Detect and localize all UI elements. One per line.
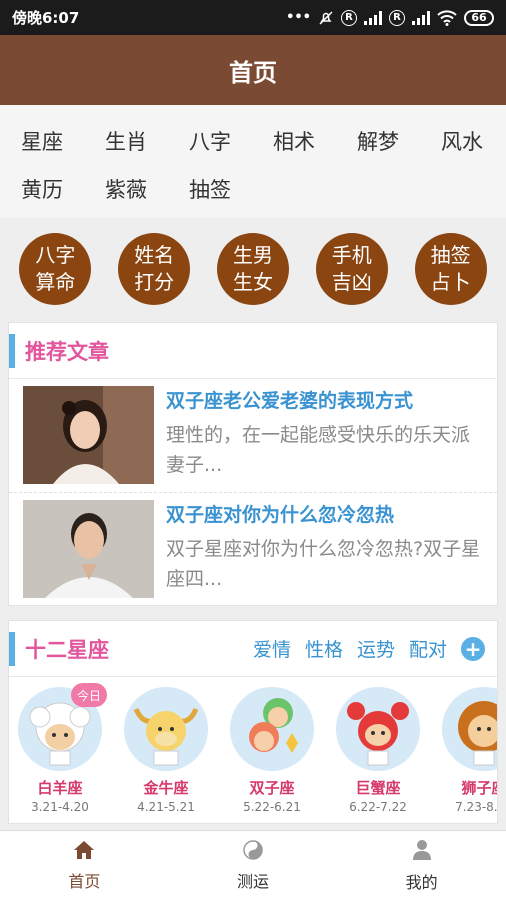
zodiac-leo[interactable]: 狮子座 7.23-8.22 — [441, 687, 498, 814]
zodiac-tab-love[interactable]: 爱情 — [253, 635, 291, 662]
tool-label: 生女 — [232, 270, 273, 294]
roaming-icon: R — [341, 9, 357, 26]
article-item[interactable]: 双子座老公爱老婆的表现方式 理性的，在一起能感受快乐的乐天派妻子... — [9, 379, 497, 492]
zodiac-aries[interactable]: 今日 白羊座 3.21-4.20 — [17, 683, 107, 814]
page-title: 首页 — [229, 58, 277, 87]
category-fengshui[interactable]: 风水 — [420, 126, 504, 156]
recommended-header: 推荐文章 — [9, 323, 497, 379]
article-desc: 理性的，在一起能感受快乐的乐天派妻子... — [166, 424, 471, 476]
category-jiemeng[interactable]: 解梦 — [336, 126, 420, 156]
signal-icon-2 — [412, 10, 430, 25]
user-icon — [412, 839, 431, 860]
zodiac-title: 十二星座 — [25, 637, 109, 662]
roaming-icon-2: R — [389, 9, 405, 26]
tool-bazi-suanming[interactable]: 八字 算命 — [19, 233, 92, 305]
tool-shengnan-shengnv[interactable]: 生男 生女 — [216, 233, 289, 305]
article-thumbnail — [23, 386, 154, 484]
category-xiangshu[interactable]: 相术 — [252, 126, 336, 156]
zodiac-name: 巨蟹座 — [355, 779, 401, 797]
category-huangli[interactable]: 黄历 — [0, 174, 84, 204]
today-badge: 今日 — [71, 683, 107, 707]
status-bar: 傍晚6:07 ••• R R 66 — [0, 0, 506, 35]
article-item[interactable]: 双子座对你为什么忽冷忽热 双子星座对你为什么忽冷忽热?双子星座四... — [9, 492, 497, 605]
tool-label: 吉凶 — [331, 270, 372, 294]
tool-label: 手机 — [331, 243, 372, 267]
tool-label: 八字 — [35, 243, 76, 267]
zodiac-name: 双子座 — [249, 779, 295, 797]
category-xingzuo[interactable]: 星座 — [0, 126, 84, 156]
wifi-icon — [437, 9, 457, 26]
zodiac-date: 6.22-7.22 — [349, 800, 407, 814]
article-title[interactable]: 双子座老公爱老婆的表现方式 — [166, 386, 483, 416]
tab-label: 测运 — [237, 871, 270, 891]
zodiac-date: 5.22-6.21 — [243, 800, 301, 814]
tool-label: 占卜 — [430, 270, 471, 294]
zodiac-cancer[interactable]: 巨蟹座 6.22-7.22 — [335, 687, 421, 814]
tab-label: 我的 — [405, 872, 438, 892]
zodiac-taurus[interactable]: 金牛座 4.21-5.21 — [123, 687, 209, 814]
recommended-card: 推荐文章 双子座老公爱老婆的表现方式 理性的，在一起能感受快乐的乐天派妻子... — [8, 322, 498, 606]
zodiac-name: 狮子座 — [461, 779, 497, 797]
category-grid: 星座 生肖 八字 相术 解梦 风水 黄历 紫薇 抽签 — [0, 105, 506, 218]
article-title[interactable]: 双子座对你为什么忽冷忽热 — [166, 500, 483, 530]
home-icon — [74, 840, 95, 859]
tool-label: 算命 — [35, 270, 76, 294]
bottom-tabbar: 首页 测运 我的 — [0, 830, 506, 900]
tool-label: 打分 — [134, 270, 175, 294]
status-time: 傍晚6:07 — [12, 9, 80, 27]
tab-fortune[interactable]: 测运 — [169, 831, 338, 900]
tab-mine[interactable]: 我的 — [337, 831, 506, 900]
plus-icon[interactable]: + — [461, 636, 485, 661]
zodiac-date: 3.21-4.20 — [31, 800, 89, 814]
category-chouqian[interactable]: 抽签 — [168, 174, 252, 204]
lion-icon — [442, 687, 497, 771]
zodiac-header: 十二星座 爱情 性格 运势 配对 + — [9, 621, 497, 677]
tab-home[interactable]: 首页 — [0, 831, 169, 900]
category-bazi[interactable]: 八字 — [168, 126, 252, 156]
tool-label: 抽签 — [430, 243, 471, 267]
zodiac-tab-match[interactable]: 配对 — [409, 635, 447, 662]
article-thumbnail — [23, 500, 154, 598]
article-text: 双子座老公爱老婆的表现方式 理性的，在一起能感受快乐的乐天派妻子... — [166, 386, 483, 492]
zodiac-date: 7.23-8.22 — [455, 800, 498, 814]
zodiac-tab-fortune[interactable]: 运势 — [357, 635, 395, 662]
recommended-title: 推荐文章 — [25, 339, 109, 364]
zodiac-tab-personality[interactable]: 性格 — [305, 635, 343, 662]
status-icons: ••• R R 66 — [286, 9, 494, 26]
zodiac-gemini[interactable]: 双子座 5.22-6.21 — [229, 687, 315, 814]
more-dots-icon: ••• — [286, 10, 311, 25]
mute-icon — [319, 10, 333, 25]
category-shengxiao[interactable]: 生肖 — [84, 126, 168, 156]
zodiac-card: 十二星座 爱情 性格 运势 配对 + 今日 白羊座 3.21-4.20 金牛座 … — [8, 620, 498, 824]
crab-icon — [336, 687, 420, 771]
bull-icon — [124, 687, 208, 771]
yin-yang-icon — [243, 839, 263, 860]
tool-label: 生男 — [232, 243, 273, 267]
signal-icon — [364, 10, 382, 25]
tool-chouqian-zhanbu[interactable]: 抽签 占卜 — [414, 233, 487, 305]
zodiac-date: 4.21-5.21 — [137, 800, 195, 814]
category-row-2: 黄历 紫薇 抽签 — [0, 165, 506, 213]
quick-tools: 八字算命 姓名打分 生男生女 手机吉凶 抽签占卜 — [0, 218, 506, 322]
article-desc: 双子星座对你为什么忽冷忽热?双子星座四... — [166, 538, 481, 590]
article-text: 双子座对你为什么忽冷忽热 双子星座对你为什么忽冷忽热?双子星座四... — [166, 500, 483, 605]
battery-icon: 66 — [464, 9, 494, 26]
zodiac-list: 今日 白羊座 3.21-4.20 金牛座 4.21-5.21 双子座 5.22-… — [9, 677, 497, 814]
twins-icon — [230, 687, 314, 771]
zodiac-tabs: 爱情 性格 运势 配对 + — [253, 635, 485, 662]
zodiac-name: 金牛座 — [143, 779, 189, 797]
page-header: 首页 — [0, 35, 506, 105]
zodiac-name: 白羊座 — [37, 779, 83, 797]
category-row-1: 星座 生肖 八字 相术 解梦 风水 — [0, 117, 506, 165]
category-ziwei[interactable]: 紫薇 — [84, 174, 168, 204]
tool-shouji-jixiong[interactable]: 手机 吉凶 — [315, 233, 388, 305]
tool-xingming-dafen[interactable]: 姓名 打分 — [118, 233, 191, 305]
tab-label: 首页 — [68, 871, 101, 891]
tool-label: 姓名 — [134, 243, 175, 267]
